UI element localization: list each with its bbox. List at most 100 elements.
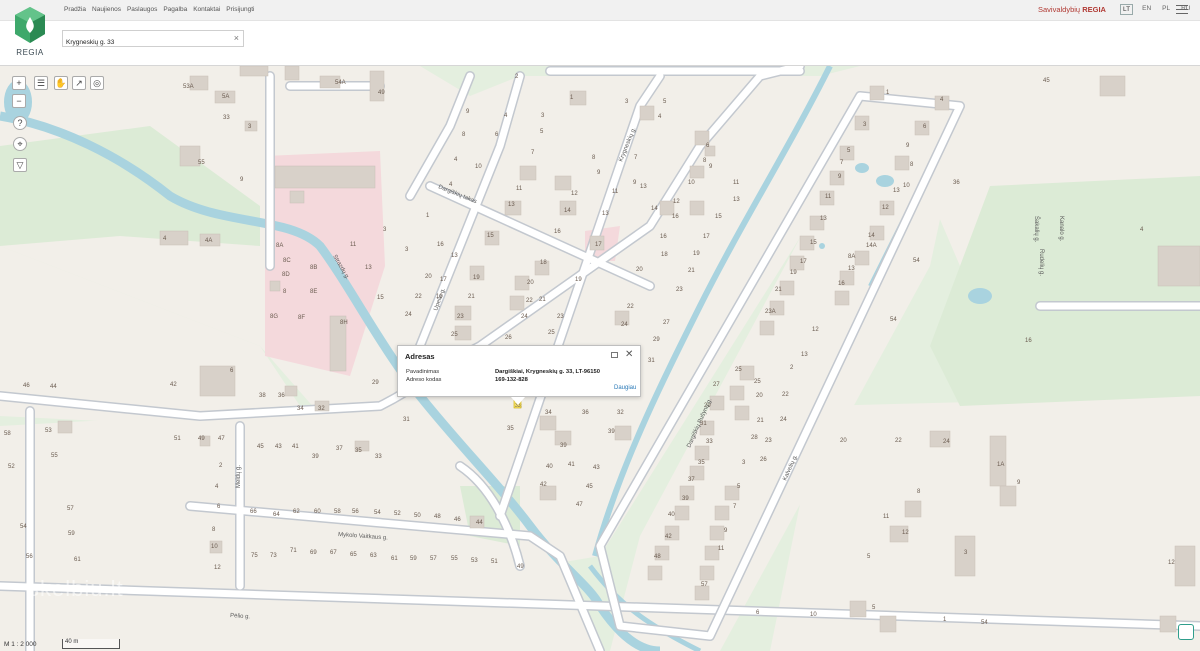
svg-text:64: 64 [273, 512, 280, 518]
svg-text:20: 20 [527, 280, 534, 286]
svg-text:37: 37 [336, 446, 343, 452]
hamburger-menu-icon[interactable] [1176, 5, 1188, 15]
svg-text:65: 65 [350, 552, 357, 558]
svg-text:24: 24 [521, 314, 528, 320]
svg-text:66: 66 [250, 509, 257, 515]
svg-text:14A: 14A [866, 243, 877, 249]
print-icon[interactable]: ◎ [90, 76, 104, 90]
svg-text:5A: 5A [222, 94, 229, 100]
svg-text:40: 40 [668, 512, 675, 518]
nav-item-help[interactable]: Pagalba [163, 6, 187, 13]
svg-text:22: 22 [526, 298, 533, 304]
svg-text:17: 17 [440, 277, 447, 283]
svg-text:54A: 54A [335, 80, 346, 86]
measure-icon[interactable]: ▽ [13, 158, 27, 172]
svg-text:55: 55 [451, 556, 458, 562]
popup-row-key: Adreso kodas [406, 377, 442, 383]
lang-pl[interactable]: PL [1160, 4, 1172, 15]
svg-text:11: 11 [733, 180, 740, 186]
svg-text:35: 35 [698, 460, 705, 466]
svg-text:11: 11 [350, 242, 357, 248]
svg-text:22: 22 [895, 438, 902, 444]
popup-more-link[interactable]: Daugiau [614, 385, 636, 391]
nav-item-contacts[interactable]: Kontaktai [193, 6, 220, 13]
svg-text:8A: 8A [276, 243, 283, 249]
svg-text:13: 13 [820, 216, 827, 222]
nav-item-login[interactable]: Prisijungti [226, 6, 254, 13]
nav-item-services[interactable]: Paslaugos [127, 6, 157, 13]
layers-icon[interactable]: ☰ [34, 76, 48, 90]
map-attribution-icon[interactable] [1178, 624, 1194, 640]
info-icon[interactable]: ? [13, 116, 27, 130]
svg-text:44: 44 [50, 384, 57, 390]
svg-text:14: 14 [651, 206, 658, 212]
lang-lt[interactable]: LT [1120, 4, 1134, 15]
hand-pan-icon[interactable]: ✋ [54, 76, 68, 90]
svg-text:19: 19 [473, 275, 480, 281]
svg-text:12: 12 [882, 205, 889, 211]
svg-text:29: 29 [653, 337, 660, 343]
svg-text:23A: 23A [765, 309, 776, 315]
svg-text:12: 12 [673, 199, 680, 205]
address-search-input[interactable] [63, 35, 223, 50]
svg-text:32: 32 [318, 406, 325, 412]
svg-text:24: 24 [943, 439, 950, 445]
svg-text:25: 25 [754, 379, 761, 385]
svg-text:48: 48 [654, 554, 661, 560]
nav-item-home[interactable]: Pradžia [64, 6, 86, 13]
svg-text:35: 35 [355, 448, 362, 454]
svg-text:21: 21 [468, 294, 475, 300]
regia-logo[interactable]: REGIA [8, 6, 52, 62]
lang-en[interactable]: EN [1140, 4, 1153, 15]
svg-text:17: 17 [595, 242, 602, 248]
svg-text:42: 42 [540, 482, 547, 488]
svg-text:28: 28 [751, 435, 758, 441]
svg-text:16: 16 [437, 242, 444, 248]
svg-text:54: 54 [374, 510, 381, 516]
share-icon[interactable]: ↗ [72, 76, 86, 90]
svg-text:42: 42 [665, 534, 672, 540]
locate-icon[interactable]: ⌖ [13, 137, 27, 151]
svg-text:52: 52 [8, 464, 15, 470]
svg-text:40: 40 [546, 464, 553, 470]
svg-text:44: 44 [476, 520, 483, 526]
street-label-kanalo: Kanalo g. [1058, 216, 1064, 242]
svg-text:57: 57 [701, 582, 708, 588]
svg-text:13: 13 [893, 188, 900, 194]
svg-text:69: 69 [310, 550, 317, 556]
svg-text:39: 39 [682, 496, 689, 502]
street-label-sakaliu: Šakalių g. [1033, 216, 1040, 243]
zoom-in-button[interactable]: + [12, 76, 26, 90]
svg-text:8F: 8F [298, 315, 305, 321]
street-label-meldu: Meldų g. [236, 465, 242, 488]
maximize-icon[interactable] [611, 352, 618, 358]
svg-text:62: 62 [293, 509, 300, 515]
svg-text:37: 37 [688, 477, 695, 483]
svg-text:24: 24 [780, 417, 787, 423]
close-icon[interactable]: ✕ [625, 349, 633, 360]
svg-text:61: 61 [74, 557, 81, 563]
nav-item-news[interactable]: Naujienos [92, 6, 121, 13]
svg-text:12: 12 [1168, 560, 1175, 566]
svg-text:22: 22 [415, 294, 422, 300]
svg-text:25: 25 [548, 330, 555, 336]
zoom-out-button[interactable]: − [12, 94, 26, 108]
svg-text:8A: 8A [848, 254, 855, 260]
clear-search-icon[interactable]: × [234, 33, 239, 43]
svg-text:8C: 8C [283, 258, 291, 264]
svg-text:16: 16 [838, 281, 845, 287]
svg-text:60: 60 [314, 509, 321, 515]
svg-text:51: 51 [174, 436, 181, 442]
top-nav: Pradžia Naujienos Paslaugos Pagalba Kont… [64, 6, 254, 13]
svg-text:35: 35 [507, 426, 514, 432]
svg-text:13: 13 [801, 352, 808, 358]
svg-text:43: 43 [275, 444, 282, 450]
svg-text:41: 41 [292, 444, 299, 450]
regia-map-app: REGIA Pradžia Naujienos Paslaugos Pagalb… [0, 0, 1200, 651]
svg-text:20: 20 [425, 274, 432, 280]
svg-text:13: 13 [848, 266, 855, 272]
brand-title: Savivaldybių REGIA [1038, 5, 1106, 14]
svg-text:10: 10 [810, 612, 817, 618]
svg-text:67: 67 [330, 550, 337, 556]
svg-text:8D: 8D [282, 272, 290, 278]
